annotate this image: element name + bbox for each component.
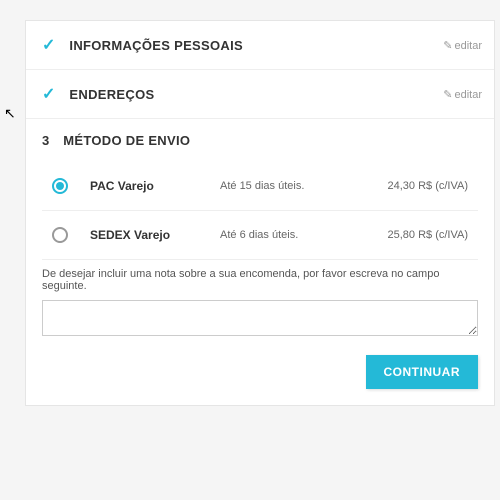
step-title: INFORMAÇÕES PESSOAIS [69, 38, 243, 53]
button-row: CONTINUAR [42, 355, 478, 389]
order-note-input[interactable] [42, 300, 478, 336]
step-title: MÉTODO DE ENVIO [63, 133, 190, 148]
edit-label: editar [454, 89, 482, 101]
step-number: 3 [42, 133, 49, 148]
shipping-option-pac[interactable]: PAC Varejo Até 15 dias úteis. 24,30 R$ (… [42, 162, 478, 211]
edit-personal-link[interactable]: ✎editar [443, 39, 482, 52]
step-personal-info: ✓ INFORMAÇÕES PESSOAIS ✎editar [26, 21, 494, 70]
option-price: 25,80 R$ (c/IVA) [388, 229, 469, 241]
edit-addresses-link[interactable]: ✎editar [443, 88, 482, 101]
radio-unselected[interactable] [52, 227, 68, 243]
continue-button[interactable]: CONTINUAR [366, 355, 479, 389]
shipping-body: PAC Varejo Até 15 dias úteis. 24,30 R$ (… [26, 162, 494, 405]
edit-label: editar [454, 40, 482, 52]
step-addresses: ✓ ENDEREÇOS ✎editar [26, 70, 494, 119]
step-title: ENDEREÇOS [69, 87, 154, 102]
option-delay: Até 6 dias úteis. [220, 229, 388, 241]
option-price: 24,30 R$ (c/IVA) [388, 180, 469, 192]
pencil-icon: ✎ [443, 89, 452, 101]
option-name: SEDEX Varejo [90, 228, 220, 242]
pencil-icon: ✎ [443, 40, 452, 52]
shipping-option-sedex[interactable]: SEDEX Varejo Até 6 dias úteis. 25,80 R$ … [42, 211, 478, 260]
step-shipping-method: 3 MÉTODO DE ENVIO [26, 119, 494, 162]
check-icon: ✓ [42, 84, 55, 104]
radio-selected[interactable] [52, 178, 68, 194]
order-note-label: De desejar incluir uma nota sobre a sua … [42, 268, 478, 292]
option-delay: Até 15 dias úteis. [220, 180, 388, 192]
option-name: PAC Varejo [90, 179, 220, 193]
checkout-panel: ✓ INFORMAÇÕES PESSOAIS ✎editar ✓ ENDEREÇ… [25, 20, 495, 406]
mouse-cursor-icon: ↖ [4, 105, 16, 122]
check-icon: ✓ [42, 35, 55, 55]
